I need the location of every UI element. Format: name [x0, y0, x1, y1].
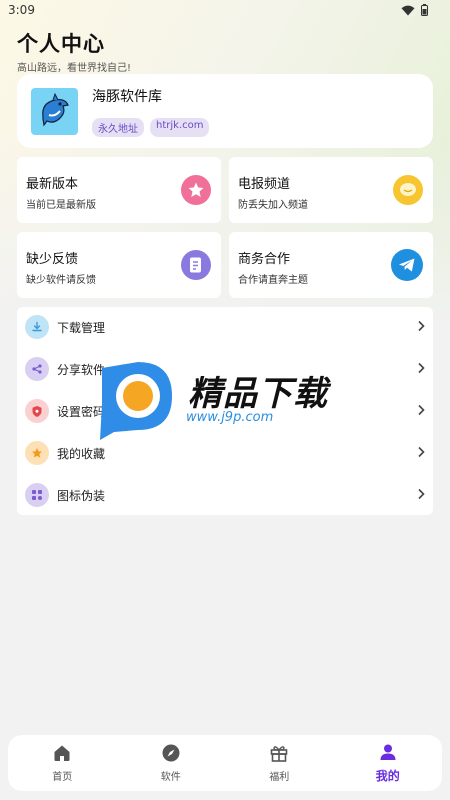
- profile-name: 海豚软件库: [92, 88, 162, 105]
- menu-item-set-password[interactable]: 设置密码: [17, 391, 433, 431]
- tab-label: 软件: [160, 772, 181, 783]
- card-latest-version[interactable]: 最新版本 当前已是最新版: [17, 157, 221, 223]
- chevron-right-icon: [418, 446, 425, 458]
- menu-item-label: 下载管理: [57, 320, 106, 335]
- dolphin-logo-icon: [41, 92, 69, 127]
- apps-icon: [25, 483, 49, 507]
- home-icon: [54, 745, 70, 761]
- share-icon: [25, 357, 49, 381]
- tab-home[interactable]: 首页: [8, 735, 117, 791]
- tab-label: 福利: [269, 772, 290, 783]
- star-icon: [25, 441, 49, 465]
- download-icon: [25, 315, 49, 339]
- chevron-right-icon: [418, 404, 425, 416]
- wifi-icon: [401, 5, 415, 15]
- page-header: 个人中心 高山路远，看世界找自己!: [17, 28, 131, 74]
- tag-permanent-address[interactable]: 永久地址: [92, 117, 144, 137]
- profile-card[interactable]: 海豚软件库 永久地址 htrjk.com: [17, 74, 433, 148]
- telegram-icon: [391, 249, 423, 281]
- avatar: [31, 87, 78, 135]
- tab-label: 我的: [375, 769, 400, 783]
- chat-bubble-icon: [393, 175, 423, 205]
- menu-item-label: 设置密码: [57, 404, 106, 419]
- menu-item-share-software[interactable]: 分享软件: [17, 349, 433, 389]
- menu-item-label: 图标伪装: [57, 488, 106, 503]
- card-business-cooperation[interactable]: 商务合作 合作请直奔主题: [229, 232, 433, 298]
- status-time: 3:09: [8, 3, 35, 17]
- chevron-right-icon: [418, 488, 425, 500]
- menu-item-my-favorites[interactable]: 我的收藏: [17, 433, 433, 473]
- tab-label: 首页: [52, 772, 73, 783]
- tab-mine[interactable]: 我的: [334, 735, 443, 791]
- bottom-tab-bar: 首页 软件 福利 我的: [8, 735, 442, 791]
- card-telegram-channel[interactable]: 电报频道 防丢失加入频道: [229, 157, 433, 223]
- chevron-right-icon: [418, 362, 425, 374]
- menu-item-label: 分享软件: [57, 362, 106, 377]
- tab-welfare[interactable]: 福利: [225, 735, 334, 791]
- menu-item-label: 我的收藏: [57, 446, 106, 461]
- gift-icon: [270, 746, 288, 762]
- feedback-doc-icon: [181, 250, 211, 280]
- menu-item-icon-disguise[interactable]: 图标伪装: [17, 475, 433, 515]
- tag-domain[interactable]: htrjk.com: [150, 117, 210, 137]
- chevron-right-icon: [418, 320, 425, 332]
- menu-item-download-manager[interactable]: 下载管理: [17, 307, 433, 347]
- shield-icon: [25, 399, 49, 423]
- tab-software[interactable]: 软件: [117, 735, 226, 791]
- status-icons: [401, 4, 428, 16]
- star-icon: [181, 175, 211, 205]
- compass-icon: [162, 744, 180, 762]
- card-missing-feedback[interactable]: 缺少反馈 缺少软件请反馈: [17, 232, 221, 298]
- settings-menu: 下载管理 分享软件 设置密码 我的收藏 图标伪装: [17, 307, 433, 515]
- page-title: 个人中心: [17, 32, 105, 56]
- user-icon: [380, 744, 396, 760]
- battery-icon: [421, 4, 428, 16]
- page-subtitle: 高山路远，看世界找自己!: [17, 63, 132, 74]
- status-bar: 3:09: [0, 0, 450, 20]
